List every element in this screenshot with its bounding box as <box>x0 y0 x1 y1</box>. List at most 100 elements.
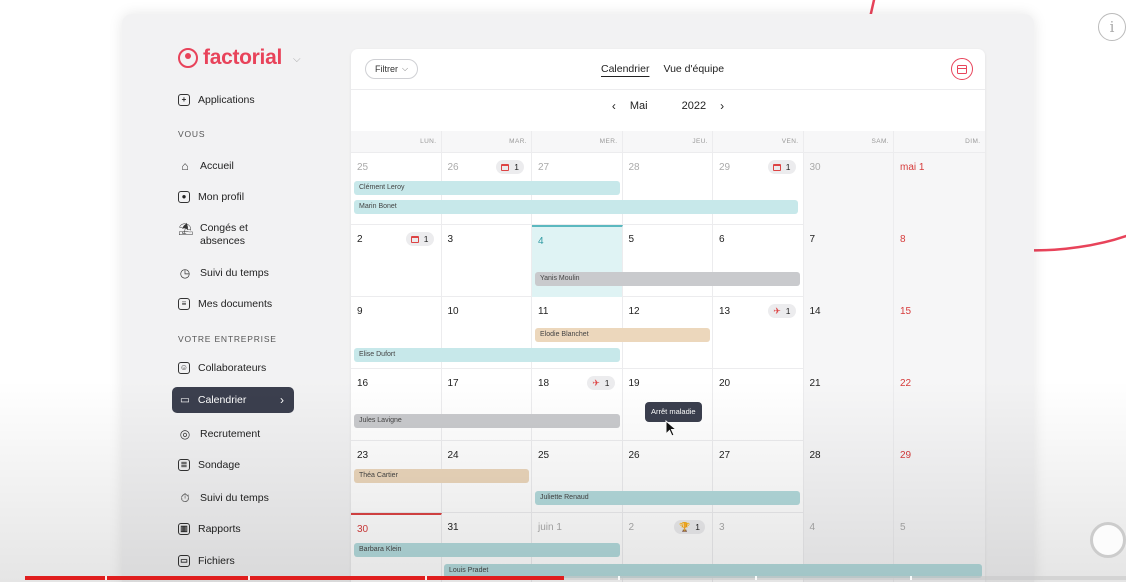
day-cell[interactable]: 17 <box>442 369 532 441</box>
home-icon: ⌂ <box>181 159 189 173</box>
day-cell[interactable]: 28 <box>623 153 713 225</box>
weekday-label: JEU. <box>623 131 713 153</box>
channel-avatar-icon[interactable] <box>1090 522 1126 558</box>
sidebar-item-collaborateurs[interactable]: ☺ Collaborateurs <box>178 362 266 374</box>
day-number: 4 <box>538 236 544 247</box>
day-cell[interactable]: 13 ✈ 1 <box>713 297 804 369</box>
day-number: 2 <box>357 234 363 245</box>
day-number: 18 <box>538 378 550 389</box>
weekday-label: VEN. <box>713 131 804 153</box>
sidebar-item-suivi-du-temps-2[interactable]: ⏱ Suivi du temps <box>178 491 269 505</box>
filter-label: Filtrer <box>375 64 398 74</box>
logo[interactable]: factorial ⌵ <box>178 46 301 70</box>
section-heading-you: VOUS <box>178 129 206 139</box>
event-bar[interactable]: Juliette Renaud <box>535 491 800 505</box>
day-cell[interactable]: 5 <box>623 225 713 297</box>
badge-count: 1 <box>785 162 791 172</box>
event-bar[interactable]: Théa Cartier <box>354 469 529 483</box>
info-icon[interactable]: i <box>1098 13 1126 41</box>
day-cell[interactable]: 14 <box>803 297 894 369</box>
day-cell[interactable]: 30 <box>803 153 894 225</box>
calendar-icon[interactable] <box>951 58 973 80</box>
event-count-badge[interactable]: 1 <box>496 160 524 174</box>
day-number: 8 <box>900 234 906 245</box>
weekday-label: MAR. <box>442 131 532 153</box>
day-number: 13 <box>719 306 731 317</box>
sidebar-item-conges[interactable]: ⛱ Congés et absences <box>178 222 248 248</box>
event-bar[interactable]: Elodie Blanchet <box>535 328 710 342</box>
day-number: 7 <box>809 234 816 245</box>
trophy-icon: 🏆 <box>679 521 691 532</box>
day-cell[interactable]: 29 <box>894 441 985 513</box>
calendar-icon <box>410 235 419 243</box>
sidebar-item-label: Accueil <box>200 160 234 172</box>
day-number: 23 <box>357 450 369 461</box>
badge-count: 1 <box>423 234 429 244</box>
event-bar[interactable]: Clément Leroy <box>354 181 620 195</box>
day-number: 22 <box>900 378 912 389</box>
day-cell[interactable]: 28 <box>803 441 894 513</box>
event-bar[interactable]: Elise Dufort <box>354 348 620 362</box>
filter-button[interactable]: Filtrer ⌵ <box>365 59 419 79</box>
day-number: 5 <box>628 234 635 245</box>
event-count-badge[interactable]: 🏆 1 <box>674 520 705 534</box>
day-cell[interactable]: 2 1 <box>351 225 442 297</box>
sidebar-item-recrutement[interactable]: ◎ Recrutement <box>178 427 260 441</box>
sidebar-item-rapports[interactable]: ▥ Rapports <box>178 523 241 535</box>
stopwatch-icon: ⏱ <box>180 491 190 505</box>
day-number: 6 <box>719 234 725 245</box>
day-cell-today[interactable]: 4 <box>532 225 623 297</box>
day-cell[interactable]: 18 ✈ 1 <box>532 369 623 441</box>
sidebar: factorial ⌵ + Applications VOUS ⌂ Accuei… <box>122 14 348 582</box>
event-count-badge[interactable]: ✈ 1 <box>587 376 615 390</box>
event-bar[interactable]: Marin Bonet <box>354 200 798 214</box>
day-cell[interactable]: 21 <box>803 369 894 441</box>
day-number: 27 <box>719 450 731 461</box>
weekday-label: LUN. <box>351 131 442 153</box>
day-cell[interactable]: 29 1 <box>713 153 804 225</box>
day-cell[interactable]: 16 <box>351 369 442 441</box>
day-cell[interactable]: 6 <box>713 225 804 297</box>
tab-calendar[interactable]: Calendrier <box>601 63 649 75</box>
day-cell[interactable]: 20 <box>713 369 804 441</box>
video-progress-bar[interactable] <box>25 576 1126 580</box>
sidebar-item-mes-documents[interactable]: ≡ Mes documents <box>178 298 272 310</box>
calendar-icon <box>501 163 510 171</box>
day-cell[interactable]: 7 <box>803 225 894 297</box>
calendar-grid: LUN. MAR. MER. JEU. VEN. SAM. DIM. 25 26… <box>351 131 985 582</box>
day-cell[interactable]: 3 <box>442 225 532 297</box>
sidebar-item-suivi-du-temps[interactable]: ◷ Suivi du temps <box>178 266 269 280</box>
year-label: 2022 <box>681 100 707 112</box>
calendar-icon <box>772 163 781 171</box>
day-cell[interactable]: 15 <box>894 297 985 369</box>
prev-month-button[interactable]: ‹ <box>604 99 624 113</box>
event-count-badge[interactable]: ✈ 1 <box>768 304 796 318</box>
calendar-week: 23 24 25 26 27 28 29 Théa Cartier Juliet… <box>351 441 985 513</box>
sidebar-item-label: Suivi du temps <box>200 492 269 504</box>
sidebar-item-applications[interactable]: + Applications <box>178 94 255 106</box>
day-cell[interactable]: 22 <box>894 369 985 441</box>
day-number: 28 <box>628 162 640 173</box>
calendar-week: 25 26 1 27 28 29 1 30 mai 1 Clément Lero… <box>351 153 985 225</box>
event-bar[interactable]: Barbara Klein <box>354 543 620 557</box>
badge-count: 1 <box>695 522 700 532</box>
calendar-week: 30 31 juin 1 2 🏆 1 3 4 5 Barbara Klein Lo… <box>351 513 985 582</box>
day-cell[interactable]: 8 <box>894 225 985 297</box>
sidebar-item-mon-profil[interactable]: ● Mon profil <box>178 191 244 203</box>
tab-team-view[interactable]: Vue d'équipe <box>663 63 724 75</box>
event-bar[interactable]: Jules Lavigne <box>354 414 620 428</box>
chevron-down-icon[interactable]: ⌵ <box>293 54 301 65</box>
badge-count: 1 <box>514 162 519 172</box>
event-bar[interactable]: Yanis Moulin <box>535 272 800 286</box>
day-cell[interactable]: mai 1 <box>894 153 985 225</box>
day-number: 31 <box>447 522 459 533</box>
event-count-badge[interactable]: 1 <box>767 160 796 174</box>
event-count-badge[interactable]: 1 <box>405 232 434 246</box>
sidebar-item-calendrier[interactable]: ▭ Calendrier › <box>172 387 294 413</box>
day-number: 16 <box>357 378 369 389</box>
sidebar-item-fichiers[interactable]: ▭ Fichiers <box>178 555 235 567</box>
next-month-button[interactable]: › <box>712 99 732 113</box>
people-icon: ☺ <box>178 362 190 374</box>
sidebar-item-accueil[interactable]: ⌂ Accueil <box>178 159 234 173</box>
sidebar-item-sondage[interactable]: ≣ Sondage <box>178 459 240 471</box>
